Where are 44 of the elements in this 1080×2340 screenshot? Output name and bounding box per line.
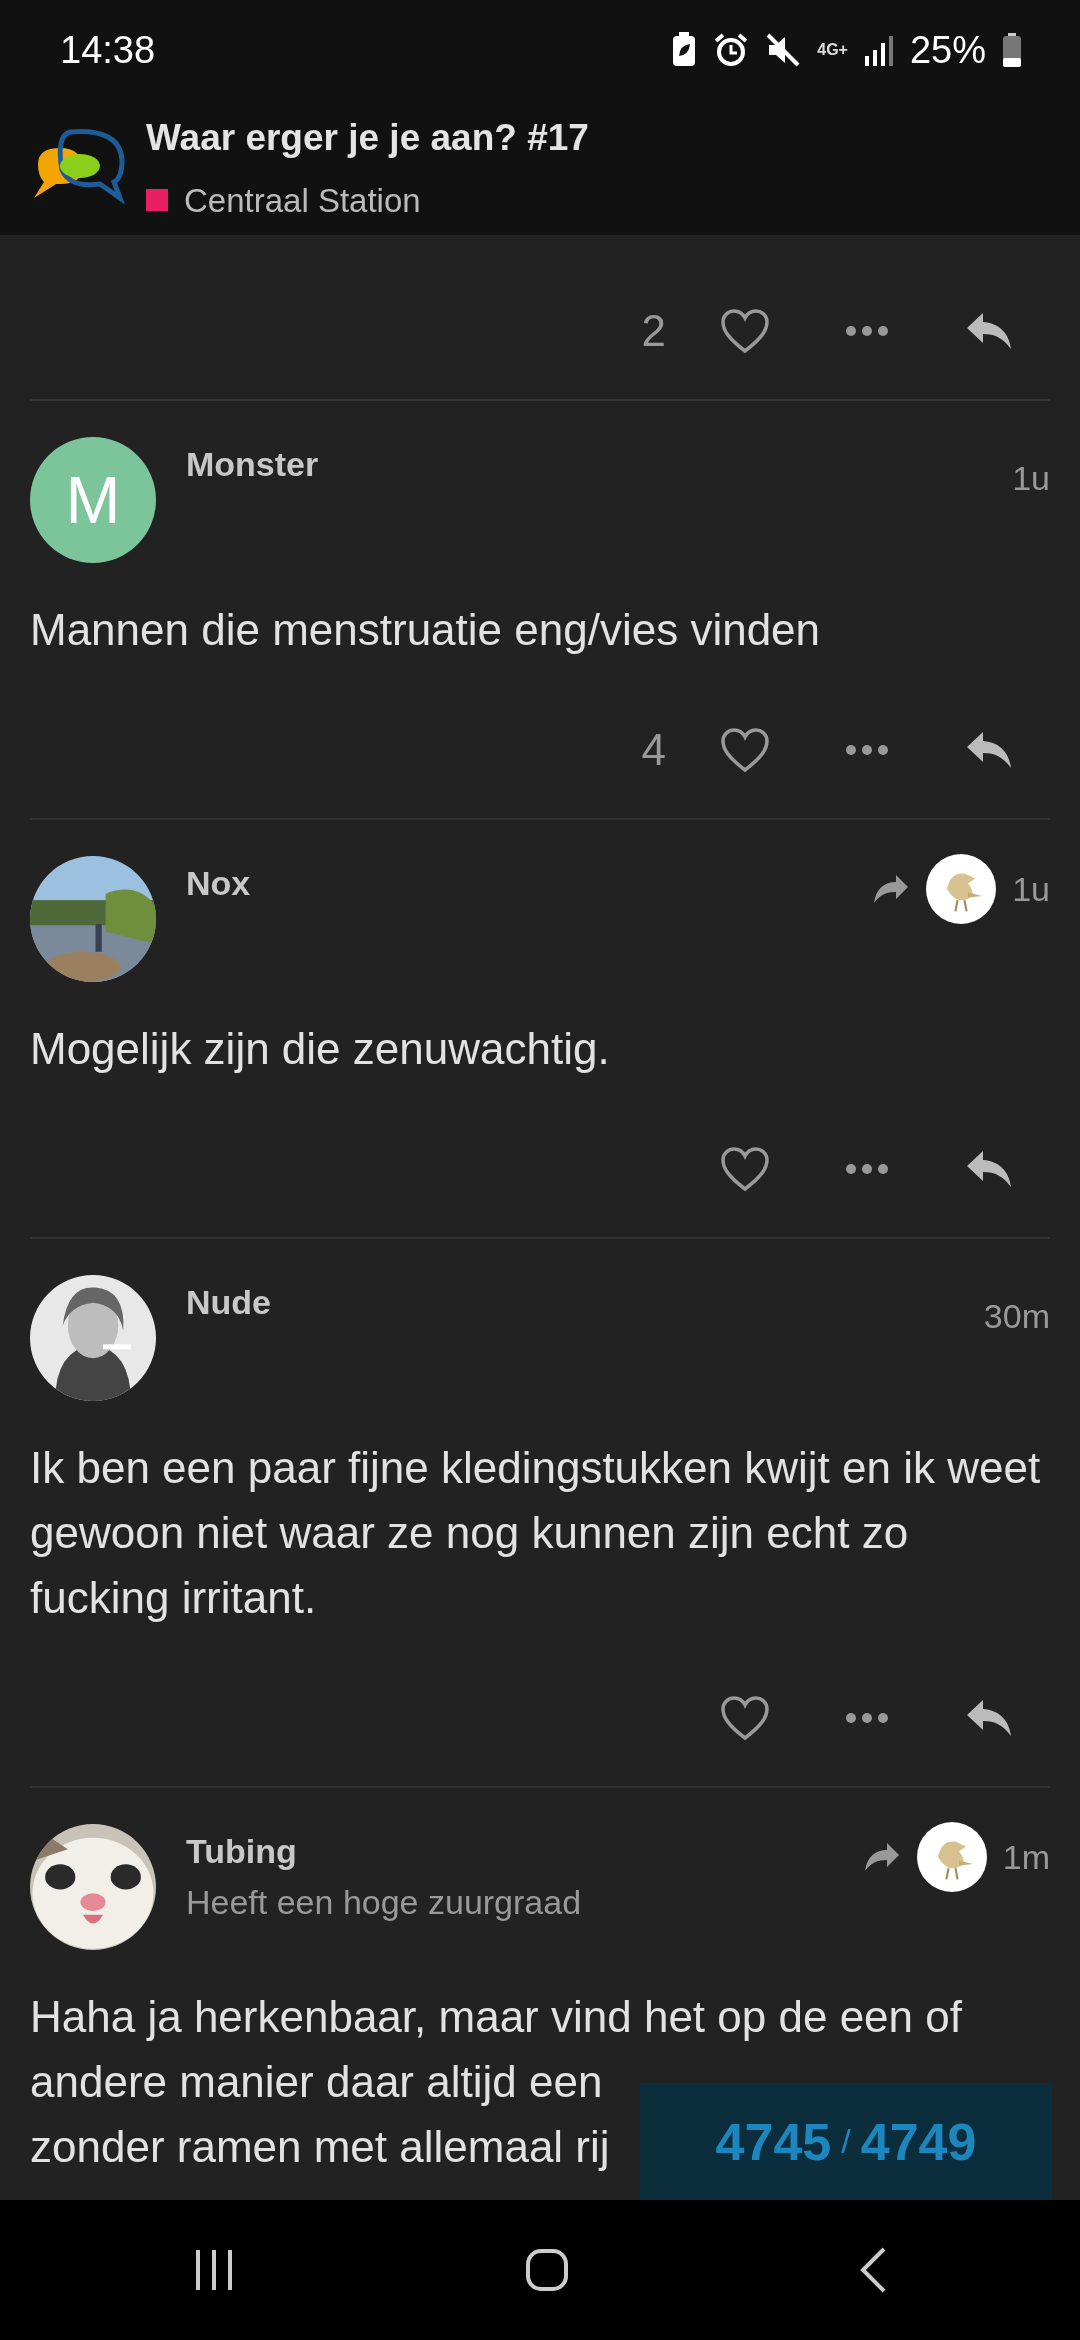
battery-percentage: 25%	[909, 27, 986, 73]
reply-icon	[965, 1149, 1013, 1189]
post-time: 1u	[1012, 458, 1050, 499]
post-text-line: andere manier daar altijd een	[30, 2056, 603, 2108]
post-time: 1u	[1012, 868, 1050, 910]
topic-title: Waar erger je je aan? #17	[146, 116, 589, 160]
home-icon[interactable]	[525, 2248, 569, 2292]
more-icon	[845, 325, 889, 337]
heart-icon	[720, 308, 770, 354]
clock: 14:38	[60, 27, 156, 73]
category-link[interactable]: Centraal Station	[184, 175, 421, 225]
username[interactable]: Monster	[186, 439, 1013, 490]
like-count: 4	[641, 724, 666, 776]
battery-saver-icon	[671, 32, 698, 68]
more-icon	[845, 1163, 889, 1175]
current-post-number: 4745	[715, 2111, 832, 2173]
separator: /	[841, 2121, 851, 2162]
like-count: 2	[641, 305, 666, 357]
username[interactable]: Tubing	[186, 1826, 861, 1877]
heart-icon	[720, 727, 770, 773]
signal-icon	[863, 34, 894, 66]
post-text: Ik ben een paar fijne kledingstukken kwijt en ik weet gewoon niet waar ze nog kunnen zijn echt zo fucking irritant.	[30, 1442, 1042, 1624]
reply-icon	[965, 730, 1013, 770]
post-time: 1m	[1002, 1836, 1050, 1878]
post-text: Mannen die menstruatie eng/vies vinden	[30, 604, 822, 656]
heart-icon	[720, 1695, 770, 1741]
heart-icon	[720, 1146, 770, 1192]
username[interactable]: Nox	[186, 858, 871, 909]
post-text-line: zonder ramen met allemaal rij	[30, 2121, 610, 2173]
more-icon	[845, 1712, 889, 1724]
post-text-line: Haha ja herkenbaar, maar vind het op de een of	[30, 1991, 962, 2043]
more-icon	[845, 744, 889, 756]
mute-icon	[765, 32, 802, 68]
reply-icon	[965, 1698, 1013, 1738]
total-post-count: 4749	[860, 2111, 977, 2173]
alarm-icon	[713, 32, 750, 68]
post-time: 30m	[983, 1296, 1050, 1337]
network-label: 4G+	[817, 42, 848, 58]
battery-icon	[1002, 33, 1022, 67]
reply-icon	[965, 311, 1013, 351]
user-title: Heeft een hoge zuurgraad	[186, 1882, 583, 1923]
post-counter[interactable]: 4745 / 4749	[640, 2083, 1052, 2200]
username[interactable]: Nude	[186, 1277, 984, 1328]
post-text: Mogelijk zijn die zenuwachtig.	[30, 1023, 611, 1075]
